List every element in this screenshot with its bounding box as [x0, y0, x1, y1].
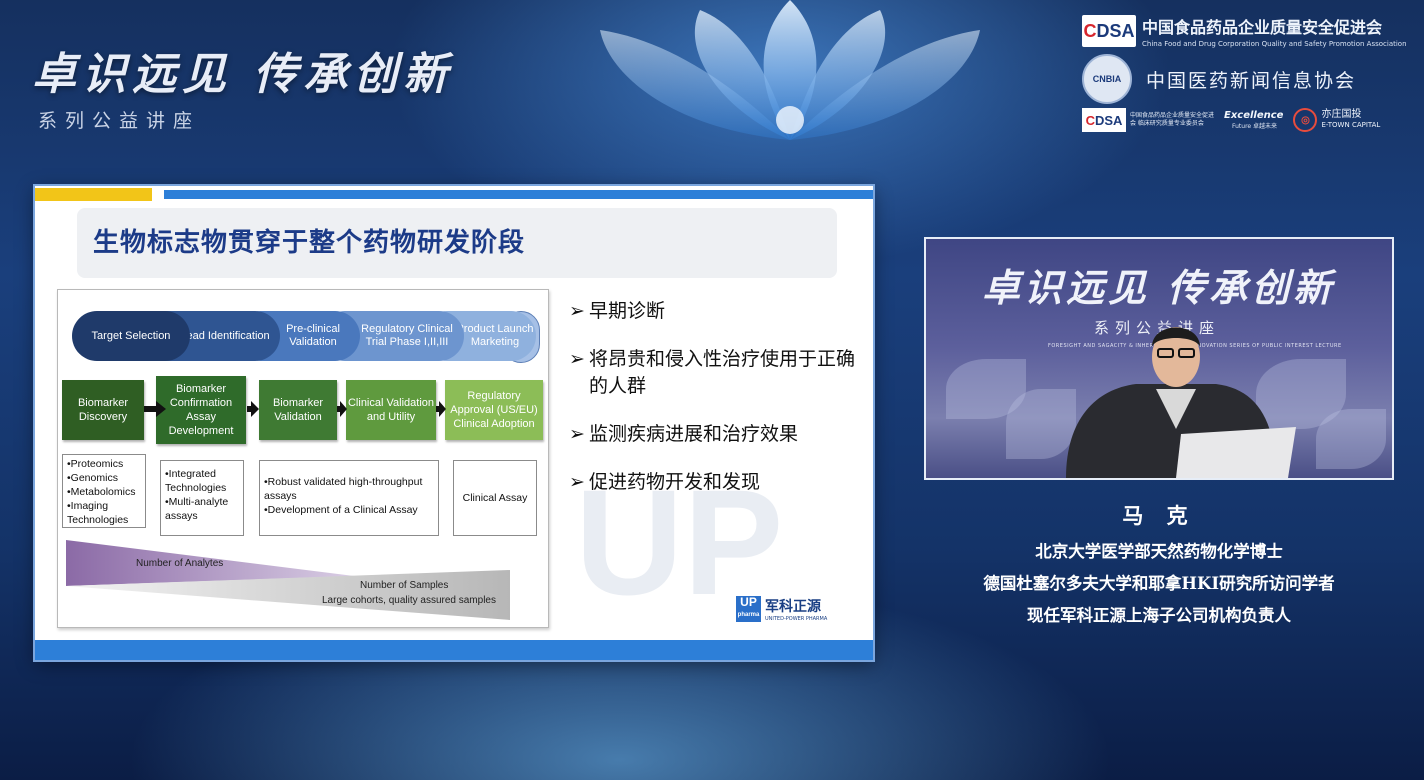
cnbia-logo: CNBIA: [1082, 54, 1132, 104]
bullet-item: ➢ 将昂贵和侵入性治疗使用于正确的人群: [569, 348, 856, 397]
brand-title: 卓识远见 传承创新: [32, 49, 454, 100]
step-regulatory-approval: Regulatory Approval (US/EU) Clinical Ado…: [445, 380, 543, 440]
arrow-icon: [247, 401, 259, 417]
tech-box-clinical-assay: Clinical Assay: [453, 460, 537, 536]
org-cnbia: CNBIA 中国医药新闻信息协会: [1082, 54, 1356, 104]
arrow-icon: [144, 401, 166, 417]
step-clinical-validation: Clinical Validation and Utility: [346, 380, 436, 440]
speaker-video: 卓识远见 传承创新 系列公益讲座 FORESIGHT AND SAGACITY …: [924, 237, 1394, 480]
speaker-title-3: 现任军科正源上海子公司机构负责人: [1027, 606, 1291, 625]
label-large-cohorts: Large cohorts, quality assured samples: [322, 595, 496, 606]
lotus-decoration: [600, 0, 980, 140]
cfda-logo: C DSA: [1082, 15, 1136, 47]
arrow-icon: [436, 401, 446, 417]
presentation-slide: 生物标志物贯穿于整个药物研发阶段 UP Target Selection Lea…: [35, 186, 873, 660]
label-number-of-samples: Number of Samples: [360, 580, 449, 591]
cfda-name-cn: 中国食品药品企业质量安全促进会: [1142, 18, 1383, 37]
tech-box-discovery: •Proteomics •Genomics •Metabolomics •Imagin…: [62, 454, 146, 528]
phase-target-selection: Target Selection: [72, 311, 190, 361]
step-confirmation: Biomarker Confirmation Assay Development: [156, 376, 246, 444]
arrow-icon: [337, 401, 347, 417]
etown-name-cn: 亦庄国投: [1321, 109, 1362, 120]
bullet-item: ➢ 监测疾病进展和治疗效果: [569, 421, 869, 448]
analytes-samples-triangles: [66, 540, 510, 620]
speaker-title-1: 北京大学医学部天然药物化学博士: [1035, 542, 1283, 561]
slide-title: 生物标志物贯穿于整个药物研发阶段: [93, 228, 526, 258]
biomarker-diagram: Target Selection Lead Identification Pre…: [57, 289, 549, 628]
tech-box-validated: •Robust validated high-throughput assays…: [259, 460, 439, 536]
etown-icon: ◎: [1293, 108, 1318, 132]
bullet-arrow-icon: ➢: [569, 471, 585, 493]
bullet-arrow-icon: ➢: [569, 300, 585, 322]
speaker-figure: [1066, 327, 1296, 478]
step-validation: Biomarker Validation: [259, 380, 337, 440]
label-number-of-analytes: Number of Analytes: [136, 558, 224, 569]
cnbia-name: 中国医药新闻信息协会: [1146, 69, 1357, 92]
bullet-arrow-icon: ➢: [569, 348, 585, 370]
speaker-name: 马 克: [1122, 504, 1196, 528]
brand-subtitle: 系列公益讲座: [38, 110, 201, 132]
bullet-item: ➢ 早期诊断: [569, 298, 869, 325]
up-pharma-logo: UP pharma 军科正源 UNITED-POWER PHARMA: [736, 595, 828, 622]
slide-accent-blue: [164, 190, 873, 199]
excellence-logo: Excellence Future 卓越未来: [1224, 110, 1284, 130]
slide-bottom-bar: [35, 640, 873, 660]
dsa-small-logo: C DSA: [1082, 108, 1126, 132]
tech-box-integrated: •Integrated Technologies •Multi-analyte a…: [160, 460, 244, 536]
speaker-title-2: 德国杜塞尔多夫大学和耶拿HKI研究所访问学者: [983, 574, 1335, 593]
slide-bullet-list: ➢ 早期诊断 ➢ 将昂贵和侵入性治疗使用于正确的人群 ➢ 监测疾病进展和治疗效果 ➢ 促…: [569, 298, 869, 517]
step-biomarker-discovery: Biomarker Discovery: [62, 380, 144, 440]
etown-logo: ◎ 亦庄国投 E-TOWN CAPITAL: [1293, 108, 1380, 132]
dsa-small-caption: 中国食品药品企业质量安全促进会 临床研究质量专业委员会: [1130, 112, 1215, 127]
sponsor-logos: C DSA 中国食品药品企业质量安全促进会 临床研究质量专业委员会 Excelle…: [1082, 108, 1380, 132]
bullet-item: ➢ 促进药物开发和发现: [569, 469, 869, 496]
cfda-name-en: China Food and Drug Corporation Quality …: [1142, 40, 1407, 48]
etown-name-en: E-TOWN CAPITAL: [1321, 121, 1381, 129]
slide-accent-yellow: [35, 188, 152, 201]
bullet-arrow-icon: ➢: [569, 423, 585, 445]
org-cfda: C DSA 中国食品药品企业质量安全促进会 China Food and Drug…: [1082, 14, 1407, 48]
